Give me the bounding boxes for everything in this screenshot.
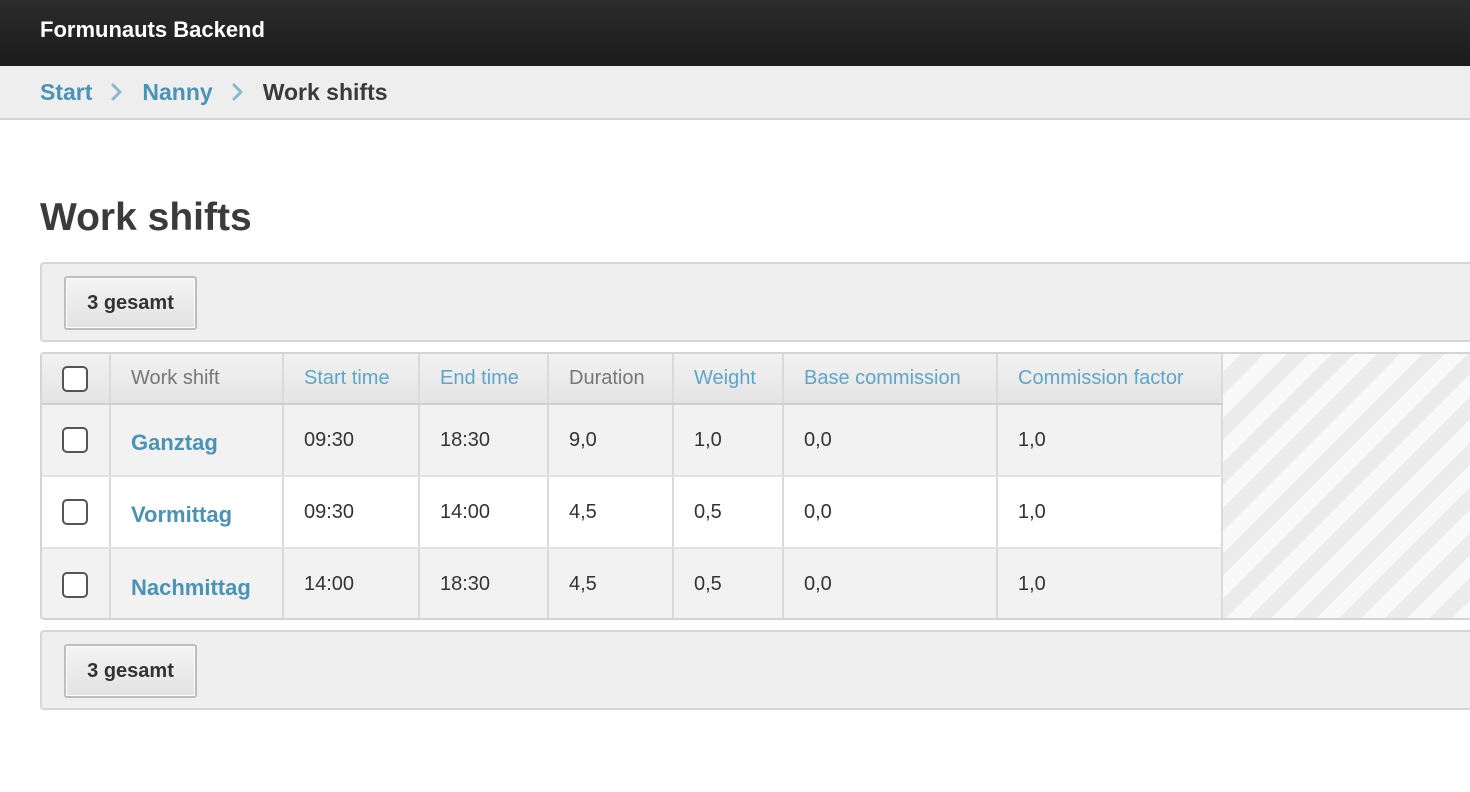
column-header-end-time[interactable]: End time — [419, 354, 549, 405]
row-select-cell — [42, 476, 111, 549]
start-time-cell: 14:00 — [283, 548, 420, 618]
row-select-cell — [42, 404, 111, 477]
top-bar: Formunauts Backend — [0, 0, 1470, 66]
duration-cell: 4,5 — [548, 476, 674, 549]
chevron-right-icon — [106, 78, 128, 106]
breadcrumb-start[interactable]: Start — [40, 79, 92, 106]
work-shift-link[interactable]: Nachmittag — [131, 575, 251, 600]
work-shift-link[interactable]: Ganztag — [131, 430, 218, 455]
column-header-work-shift: Work shift — [110, 354, 284, 405]
commission-factor-cell: 1,0 — [997, 476, 1223, 549]
row-checkbox[interactable] — [62, 499, 88, 525]
table-row: Nachmittag 14:00 18:30 4,5 0,5 0,0 1,0 — [42, 548, 1223, 618]
table-row: Ganztag 09:30 18:30 9,0 1,0 0,0 1,0 — [42, 404, 1223, 477]
row-checkbox[interactable] — [62, 427, 88, 453]
work-shift-cell: Vormittag — [110, 476, 284, 549]
pagination-panel-top: 3 gesamt — [40, 262, 1470, 342]
work-shifts-table: Work shift Start time End time Duration … — [42, 354, 1223, 618]
total-count-button[interactable]: 3 gesamt — [64, 276, 197, 330]
commission-factor-cell: 1,0 — [997, 548, 1223, 618]
base-commission-cell: 0,0 — [783, 476, 998, 549]
duration-cell: 9,0 — [548, 404, 674, 477]
work-shift-link[interactable]: Vormittag — [131, 502, 232, 527]
page-title: Work shifts — [40, 196, 252, 239]
weight-cell: 0,5 — [673, 476, 784, 549]
breadcrumb-current: Work shifts — [262, 78, 388, 105]
end-time-cell: 18:30 — [419, 548, 549, 618]
breadcrumb: Start Nanny Work shifts — [40, 78, 388, 106]
pagination-panel-bottom: 3 gesamt — [40, 630, 1470, 710]
table-row: Vormittag 09:30 14:00 4,5 0,5 0,0 1,0 — [42, 476, 1223, 549]
end-time-cell: 18:30 — [419, 404, 549, 477]
column-header-duration: Duration — [548, 354, 674, 405]
weight-cell: 1,0 — [673, 404, 784, 477]
work-shift-cell: Nachmittag — [110, 548, 284, 618]
end-time-cell: 14:00 — [419, 476, 549, 549]
base-commission-cell: 0,0 — [783, 404, 998, 477]
column-header-weight[interactable]: Weight — [673, 354, 784, 405]
weight-cell: 0,5 — [673, 548, 784, 618]
base-commission-cell: 0,0 — [783, 548, 998, 618]
row-checkbox[interactable] — [62, 571, 88, 598]
column-header-commission-factor[interactable]: Commission factor — [997, 354, 1223, 405]
select-all-cell — [42, 354, 111, 405]
work-shift-cell: Ganztag — [110, 404, 284, 477]
total-count-button[interactable]: 3 gesamt — [64, 644, 197, 698]
column-header-base-commission[interactable]: Base commission — [783, 354, 998, 405]
row-select-cell — [42, 548, 111, 618]
work-shifts-table-container: Work shift Start time End time Duration … — [40, 352, 1470, 620]
breadcrumb-nanny[interactable]: Nanny — [142, 79, 212, 106]
table-header-row: Work shift Start time End time Duration … — [42, 354, 1223, 405]
column-header-start-time[interactable]: Start time — [283, 354, 420, 405]
start-time-cell: 09:30 — [283, 404, 420, 477]
duration-cell: 4,5 — [548, 548, 674, 618]
breadcrumb-bar: Start Nanny Work shifts — [0, 66, 1470, 120]
commission-factor-cell: 1,0 — [997, 404, 1223, 477]
select-all-checkbox[interactable] — [62, 365, 88, 392]
chevron-right-icon — [227, 78, 249, 106]
start-time-cell: 09:30 — [283, 476, 420, 549]
app-title[interactable]: Formunauts Backend — [40, 17, 265, 43]
